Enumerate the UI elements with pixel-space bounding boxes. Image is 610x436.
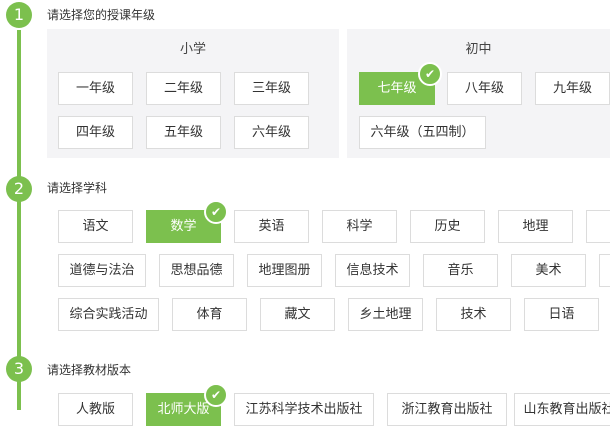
subject-option[interactable]: 乡土地理 (348, 298, 423, 331)
subject-option-label: 数学 (170, 219, 197, 234)
junior-high-panel: 初中 七年级 ✔ 八年级 九年级 六年级（五四制） (347, 29, 610, 158)
edition-option[interactable]: 江苏科学技术出版社 (234, 393, 374, 426)
grade-option[interactable]: 八年级 (447, 72, 522, 105)
subject-option[interactable]: 英语 (234, 210, 309, 243)
subject-option[interactable]: 道德与法治 (58, 254, 146, 287)
junior-high-title: 初中 (465, 42, 492, 57)
grade-option[interactable]: 九年级 (535, 72, 610, 105)
grade-option-label: 七年级 (377, 81, 417, 96)
grade-option[interactable]: 五年级 (146, 116, 221, 149)
edition-option[interactable]: 浙江教育出版社 (387, 393, 507, 426)
grade-option[interactable]: 三年级 (234, 72, 309, 105)
subject-option-partial[interactable] (599, 254, 610, 287)
subject-option[interactable]: 综合实践活动 (58, 298, 159, 331)
edition-option-label: 北师大版 (157, 402, 210, 417)
subject-option[interactable]: 技术 (436, 298, 511, 331)
edition-option-selected[interactable]: 北师大版 ✔ (146, 383, 228, 426)
primary-school-panel: 小学 一年级 二年级 三年级 四年级 五年级 六年级 (47, 29, 339, 158)
step-1-badge: 1 (6, 2, 32, 28)
subject-option-selected[interactable]: 数学 ✔ (146, 200, 228, 243)
grade-option-selected[interactable]: 七年级 ✔ (359, 62, 442, 105)
subject-option[interactable]: 地理 (498, 210, 573, 243)
subject-option[interactable]: 音乐 (423, 254, 498, 287)
subject-option[interactable]: 藏文 (260, 298, 335, 331)
grade-option[interactable]: 二年级 (146, 72, 221, 105)
step-2-badge: 2 (6, 176, 32, 202)
subject-option[interactable]: 美术 (511, 254, 586, 287)
step-1-title: 请选择您的授课年级 (47, 8, 156, 22)
grade-option[interactable]: 六年级 (234, 116, 309, 149)
step-2-title: 请选择学科 (47, 181, 108, 195)
subject-option[interactable]: 科学 (322, 210, 397, 243)
timeline-line (17, 30, 21, 410)
check-icon: ✔ (418, 62, 442, 86)
grade-option[interactable]: 六年级（五四制） (359, 116, 486, 149)
subject-option[interactable]: 思想品德 (159, 254, 234, 287)
subject-option-partial[interactable] (586, 210, 610, 243)
check-icon: ✔ (204, 200, 228, 224)
subject-option[interactable]: 日语 (524, 298, 599, 331)
primary-school-title: 小学 (179, 42, 206, 57)
subject-option[interactable]: 体育 (172, 298, 247, 331)
grade-option[interactable]: 四年级 (58, 116, 133, 149)
grade-option[interactable]: 一年级 (58, 72, 133, 105)
step-3-title: 请选择教材版本 (47, 363, 132, 377)
step-3-badge: 3 (6, 356, 32, 382)
subject-option[interactable]: 语文 (58, 210, 133, 243)
subject-option[interactable]: 信息技术 (335, 254, 410, 287)
subject-option[interactable]: 历史 (410, 210, 485, 243)
check-icon: ✔ (204, 383, 228, 407)
subject-option[interactable]: 地理图册 (247, 254, 322, 287)
edition-option[interactable]: 山东教育出版社 (514, 393, 610, 426)
edition-option[interactable]: 人教版 (58, 393, 133, 426)
